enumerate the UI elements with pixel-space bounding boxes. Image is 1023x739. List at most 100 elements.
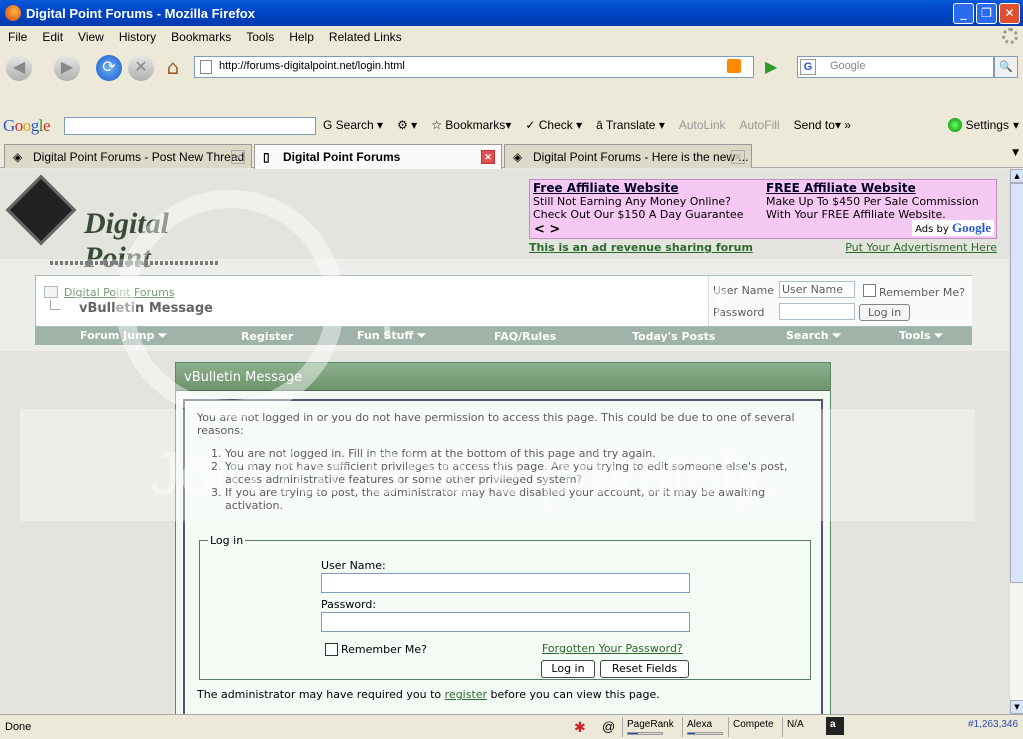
- tab-favicon-icon: ◈: [513, 150, 523, 164]
- alexa-rank: #1,263,346: [968, 719, 1019, 730]
- menu-help[interactable]: Help: [289, 30, 314, 44]
- page-icon: [200, 60, 212, 74]
- ad-right-title[interactable]: FREE Affiliate Website: [766, 181, 916, 195]
- header-login-button[interactable]: Log in: [859, 304, 911, 321]
- nav-faq-rules[interactable]: FAQ/Rules: [494, 330, 556, 343]
- back-icon[interactable]: ◀: [6, 55, 32, 81]
- forward-icon[interactable]: ▶: [54, 55, 80, 81]
- close-button[interactable]: ✕: [999, 3, 1020, 24]
- stop-icon[interactable]: ✕: [128, 55, 154, 81]
- at-icon[interactable]: @: [598, 717, 619, 737]
- minimize-button[interactable]: _: [953, 3, 974, 24]
- window-title: Digital Point Forums - Mozilla Firefox: [26, 5, 255, 21]
- maximize-button[interactable]: ❐: [976, 3, 997, 24]
- tab-close-icon[interactable]: ✕: [731, 150, 745, 164]
- reset-fields-button[interactable]: Reset Fields: [600, 660, 689, 678]
- username-input[interactable]: [321, 573, 690, 593]
- remember-label: Remember Me?: [341, 643, 427, 656]
- home-icon[interactable]: ⌂: [160, 55, 186, 81]
- url-text: http://forums-digitalpoint.net/login.htm…: [219, 60, 405, 72]
- tab-page-icon: ▯: [263, 150, 270, 164]
- tab-here-is-the-new[interactable]: ◈ Digital Point Forums - Here is the new…: [504, 144, 752, 168]
- search-placeholder: Google: [830, 60, 866, 72]
- nav-fun-stuff[interactable]: Fun Stuff ⏷: [357, 329, 426, 343]
- ad-revenue-link[interactable]: This is an ad revenue sharing forum: [529, 241, 753, 254]
- site-logo[interactable]: Digital Point: [5, 174, 220, 274]
- header-remember-checkbox[interactable]: [863, 284, 876, 297]
- header-password-input[interactable]: [779, 303, 855, 320]
- login-button[interactable]: Log in: [541, 660, 595, 678]
- scroll-down-icon[interactable]: ▼: [1010, 700, 1023, 714]
- tab-favicon-icon: ◈: [13, 150, 23, 164]
- url-bar[interactable]: http://forums-digitalpoint.net/login.htm…: [194, 56, 754, 78]
- search-icon[interactable]: 🔍: [994, 56, 1018, 78]
- pagerank-icon[interactable]: ⚙ ▾: [397, 118, 417, 132]
- menu-tools[interactable]: Tools: [246, 30, 274, 44]
- alexa-indicator[interactable]: Alexa: [682, 717, 724, 737]
- header-password-label: Password: [713, 306, 765, 319]
- advert-here-link[interactable]: Put Your Advertisment Here: [845, 241, 997, 254]
- forgot-password-link[interactable]: Forgotten Your Password?: [542, 642, 683, 655]
- rss-icon[interactable]: [727, 59, 741, 73]
- ad-banner[interactable]: Free Affiliate Website Still Not Earning…: [529, 179, 997, 239]
- login-fieldset: Log in User Name: Password: Remember Me?…: [199, 534, 811, 680]
- translate-button[interactable]: ā Translate ▾: [596, 118, 665, 132]
- bookmarks-button[interactable]: ☆ Bookmarks▾: [431, 118, 511, 132]
- settings-button[interactable]: Settings ▾: [947, 118, 1019, 132]
- google-toolbar-input[interactable]: [64, 117, 316, 135]
- reload-icon[interactable]: ⟳: [96, 55, 122, 81]
- page-content: Digital Point Free Affiliate Website Sti…: [0, 169, 1009, 714]
- vertical-scrollbar[interactable]: ▲ ▼: [1009, 169, 1023, 714]
- breadcrumb-root-link[interactable]: Digital Point Forums: [64, 286, 175, 299]
- compete-indicator[interactable]: Compete: [728, 717, 776, 737]
- title-bar: Digital Point Forums - Mozilla Firefox _…: [0, 0, 1023, 26]
- firefox-icon: [5, 5, 21, 21]
- go-icon[interactable]: ▶: [765, 57, 777, 76]
- menu-history[interactable]: History: [119, 30, 156, 44]
- header-username-label: User Name: [713, 284, 775, 297]
- forum-header: Digital Point Forums vBulletin Message U…: [35, 275, 972, 327]
- tab-digital-point-forums[interactable]: ▯ Digital Point Forums ✕: [254, 144, 502, 169]
- menu-bookmarks[interactable]: Bookmarks: [171, 30, 231, 44]
- scroll-up-icon[interactable]: ▲: [1010, 169, 1023, 183]
- sendto-button[interactable]: Send to▾ »: [794, 118, 851, 132]
- tab-post-new-thread[interactable]: ◈ Digital Point Forums - Post New Thread…: [4, 144, 252, 168]
- autolink-button[interactable]: AutoLink: [679, 118, 726, 132]
- status-dot-icon: [947, 118, 962, 132]
- bug-icon[interactable]: ✱: [570, 717, 590, 737]
- tab-close-icon[interactable]: ✕: [231, 150, 245, 164]
- menu-edit[interactable]: Edit: [42, 30, 63, 44]
- nav-search[interactable]: Search ⏷: [786, 329, 841, 343]
- google-engine-icon[interactable]: G: [800, 59, 816, 75]
- folder-icon: [44, 286, 58, 298]
- header-username-input[interactable]: [779, 281, 855, 298]
- menu-related-links[interactable]: Related Links: [329, 30, 402, 44]
- nav-forum-jump[interactable]: Forum Jump ⏷: [80, 329, 167, 343]
- throbber-icon: [1002, 28, 1018, 44]
- nav-todays-posts[interactable]: Today's Posts: [632, 330, 715, 343]
- reasons-list: You are not logged in. Fill in the form …: [225, 447, 809, 512]
- pagerank-indicator[interactable]: PageRank: [622, 717, 674, 737]
- tab-list-icon[interactable]: ▼: [1012, 148, 1019, 158]
- logo-diamond-icon: [5, 174, 77, 246]
- register-link[interactable]: register: [445, 688, 487, 701]
- scroll-thumb[interactable]: [1010, 183, 1023, 583]
- password-input[interactable]: [321, 612, 690, 632]
- menu-view[interactable]: View: [78, 30, 104, 44]
- ad-left-title[interactable]: Free Affiliate Website: [533, 181, 679, 195]
- alexa-a-icon[interactable]: a: [826, 717, 844, 735]
- nav-register[interactable]: Register: [241, 330, 293, 343]
- google-search-button[interactable]: G Search ▾: [323, 118, 383, 132]
- header-login-form: User Name Remember Me? Password Log in: [708, 276, 972, 326]
- nav-tools[interactable]: Tools ⏷: [899, 329, 943, 343]
- search-input[interactable]: G Google: [797, 56, 994, 78]
- list-item: You may not have sufficient privileges t…: [225, 460, 809, 486]
- autofill-button[interactable]: AutoFill: [740, 118, 780, 132]
- message-body: You are not logged in or you do not have…: [183, 399, 823, 714]
- remember-checkbox[interactable]: [325, 643, 338, 656]
- ad-nav-arrows[interactable]: < >: [534, 222, 560, 237]
- menu-file[interactable]: File: [8, 30, 27, 44]
- ads-by-google[interactable]: Ads by Google: [912, 220, 994, 236]
- check-button[interactable]: ✓ Check ▾: [525, 118, 582, 132]
- tab-close-icon[interactable]: ✕: [481, 150, 495, 164]
